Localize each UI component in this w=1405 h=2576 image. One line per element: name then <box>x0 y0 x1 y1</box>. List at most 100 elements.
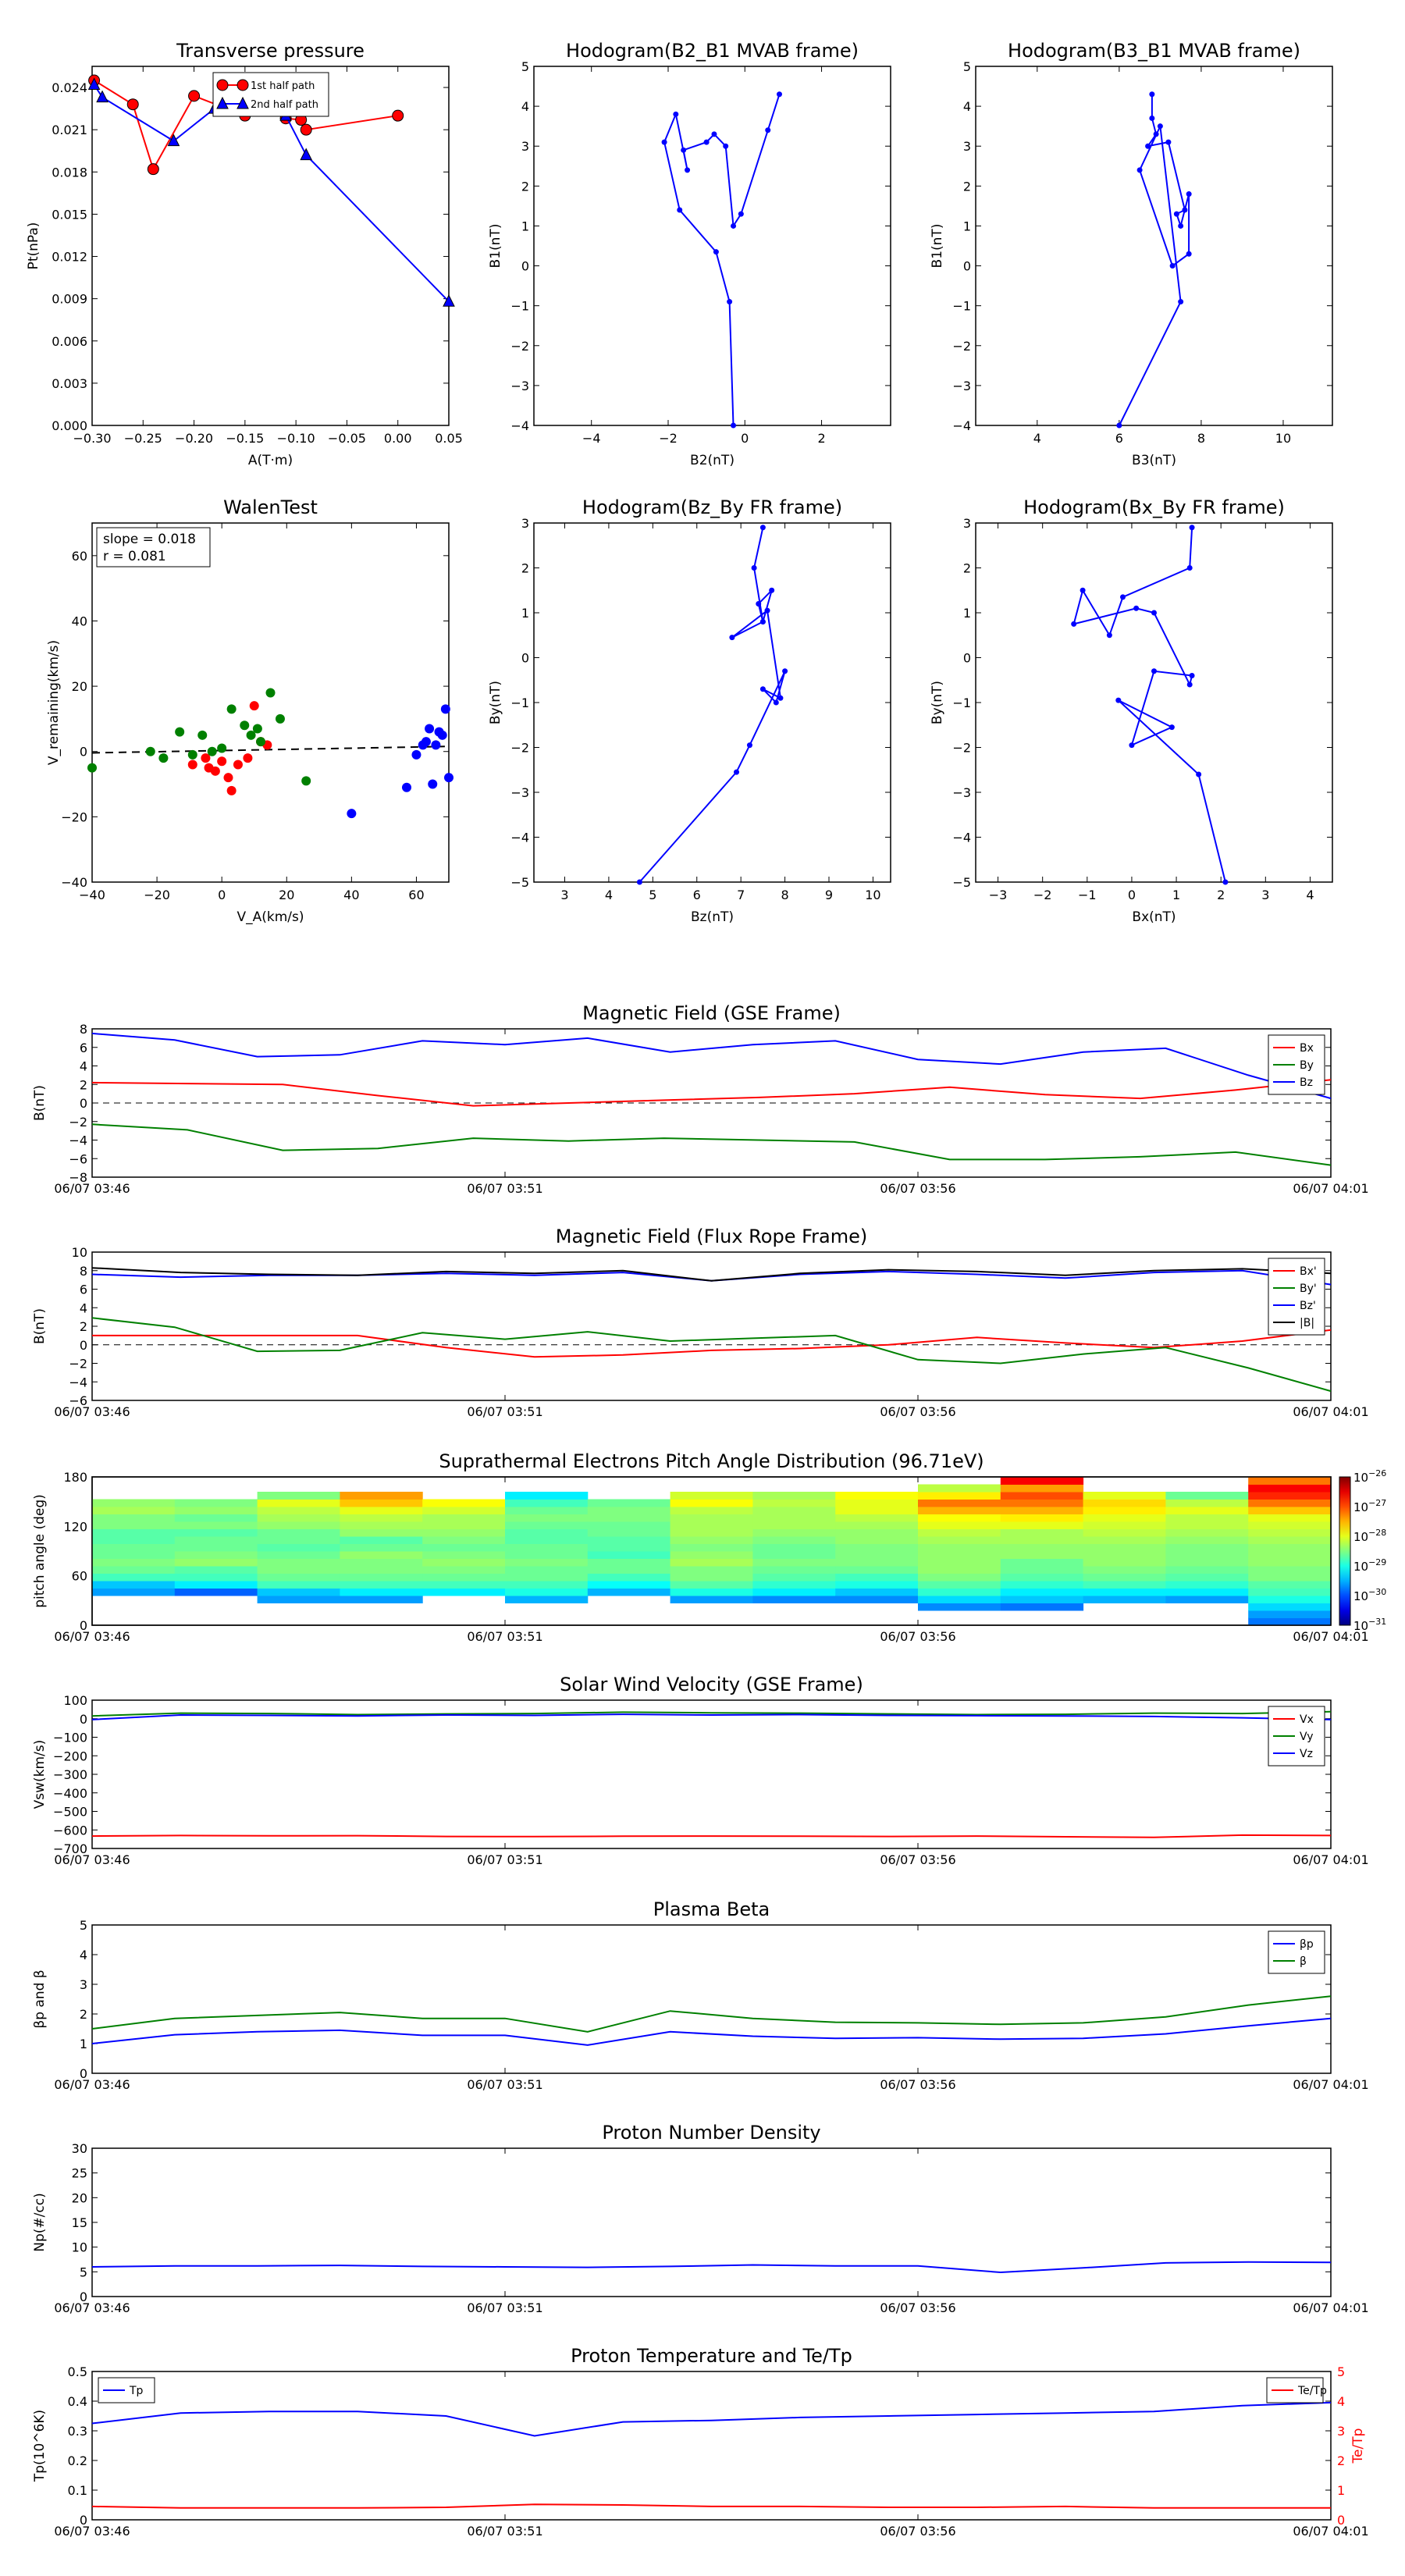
heatmap-cell <box>174 1536 258 1544</box>
heatmap-cell <box>92 1558 176 1567</box>
x-tick-label: −1 <box>1078 888 1097 902</box>
walen-point <box>217 743 227 753</box>
walen-point <box>223 773 233 783</box>
x-tick-label: 10 <box>1275 431 1291 446</box>
heatmap-cell <box>670 1551 753 1559</box>
hodogram-point <box>1115 697 1122 703</box>
y-tick-label: 4 <box>80 1300 87 1315</box>
heatmap-cell <box>92 1528 176 1537</box>
heatmap-cell <box>918 1528 1001 1537</box>
heatmap-cell <box>1165 1521 1249 1529</box>
y-axis-label: Vsw(km/s) <box>32 1740 48 1809</box>
heatmap-cell <box>257 1521 340 1529</box>
heatmap-cell <box>92 1536 176 1544</box>
x-tick-label: −0.10 <box>277 431 315 446</box>
time-tick-label: 06/07 03:46 <box>54 1629 130 1644</box>
y-tick-label: 25 <box>72 2166 87 2181</box>
y2-tick-label: 0 <box>1337 2513 1345 2528</box>
heatmap-cell <box>1248 1477 1332 1485</box>
x-tick-label: 0 <box>218 888 226 902</box>
hodogram-point <box>1165 139 1172 145</box>
heatmap-cell <box>918 1551 1001 1559</box>
y-tick-label: 0.4 <box>68 2394 87 2409</box>
heatmap-cell <box>422 1588 506 1596</box>
hodogram-point <box>1178 299 1184 305</box>
heatmap-cell <box>1000 1588 1084 1596</box>
x-tick-label: −0.15 <box>226 431 264 446</box>
chart-title: Solar Wind Velocity (GSE Frame) <box>560 1674 863 1695</box>
heatmap-cell <box>505 1521 589 1529</box>
y-tick-label: −5 <box>510 875 529 890</box>
heatmap-cell <box>587 1507 671 1514</box>
y-tick-label: −4 <box>69 1375 87 1389</box>
heatmap-cell <box>1248 1610 1332 1618</box>
heatmap-cell <box>918 1558 1001 1567</box>
heatmap-cell <box>670 1558 753 1567</box>
heatmap-cell <box>1083 1492 1166 1500</box>
first-half-point <box>188 90 201 102</box>
y2-axis-label: Te/Tp <box>1350 2428 1366 2464</box>
heatmap-cell <box>1000 1484 1084 1493</box>
y-tick-label: −20 <box>61 809 87 824</box>
hodogram-point <box>782 668 788 674</box>
heatmap-cell <box>752 1558 836 1567</box>
series-line-p <box>91 2017 1332 2046</box>
y-axis-label: V_remaining(km/s) <box>46 640 62 765</box>
time-tick-label: 06/07 03:46 <box>54 1181 130 1196</box>
heatmap-cell <box>422 1499 506 1507</box>
time-tick-label: 06/07 03:56 <box>880 1629 955 1644</box>
heatmap-cell <box>752 1551 836 1559</box>
time-tick-label: 06/07 04:01 <box>1293 2077 1368 2092</box>
heatmap-cell <box>1083 1499 1166 1507</box>
heatmap-cell <box>1248 1484 1332 1493</box>
heatmap-cell <box>1083 1514 1166 1522</box>
heatmap-cell <box>670 1507 753 1514</box>
walen-point <box>265 688 276 698</box>
hodogram-point <box>1071 621 1077 627</box>
y-axis-label: pitch angle (deg) <box>32 1494 48 1608</box>
legend-label: Bz <box>1300 1076 1313 1089</box>
axes-frame <box>91 2371 1332 2521</box>
heatmap-cell <box>918 1521 1001 1529</box>
heatmap-cell <box>1248 1507 1332 1514</box>
heatmap-cell <box>1083 1536 1166 1544</box>
y-tick-label: 0.009 <box>52 292 87 307</box>
series-line-bx <box>91 1079 1332 1107</box>
hodogram-point <box>723 143 729 149</box>
y-tick-label: −500 <box>53 1805 87 1820</box>
x-axis-label: B2(nT) <box>690 453 735 468</box>
y-tick-label: 0.003 <box>52 376 87 391</box>
heatmap-cell <box>174 1521 258 1529</box>
y-tick-label: 3 <box>963 516 971 531</box>
heatmap-cell <box>918 1484 1001 1493</box>
legend-label: Te/Tp <box>1297 2385 1327 2397</box>
walen-point <box>217 756 227 767</box>
hodogram-point <box>776 91 782 98</box>
hodogram-point <box>673 111 679 117</box>
heatmap-cell <box>1000 1536 1084 1544</box>
x-tick-label: −2 <box>1033 888 1052 902</box>
chart-title: Transverse pressure <box>176 40 365 62</box>
x-tick-label: 20 <box>279 888 294 902</box>
heatmap-cell <box>1165 1558 1249 1567</box>
y-tick-label: −600 <box>53 1823 87 1838</box>
axes-frame <box>533 522 891 883</box>
x-tick-label: 40 <box>343 888 359 902</box>
x-tick-label: 6 <box>693 888 701 902</box>
colorbar-tick-label: 10−28 <box>1353 1528 1386 1544</box>
heatmap-cell <box>505 1551 589 1559</box>
y-tick-label: 4 <box>521 99 529 114</box>
y-tick-label: −1 <box>510 299 529 314</box>
walen-point <box>431 740 441 750</box>
heatmap-cell <box>505 1581 589 1589</box>
y-tick-label: −2 <box>952 741 971 756</box>
axes-frame <box>91 522 450 883</box>
y-tick-label: 2 <box>963 561 971 576</box>
hodogram-point <box>1080 587 1086 593</box>
y-tick-label: 2 <box>80 1319 87 1334</box>
hodogram-point <box>1169 263 1176 269</box>
heatmap-cell <box>752 1543 836 1552</box>
heatmap-cell <box>1083 1558 1166 1567</box>
heatmap-cell <box>835 1573 919 1582</box>
y-tick-label: 100 <box>63 1693 87 1708</box>
